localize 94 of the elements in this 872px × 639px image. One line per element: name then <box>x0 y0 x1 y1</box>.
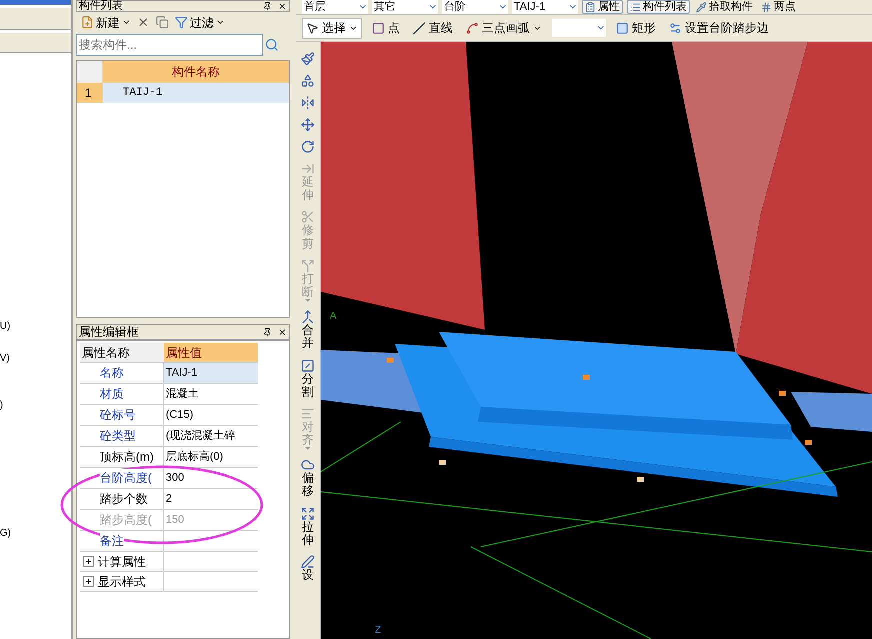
side-tool-button[interactable]: 分割 <box>301 358 315 399</box>
clipboard-icon <box>585 2 596 12</box>
toolbar-button[interactable]: 构件列表 <box>627 0 690 14</box>
toolbar-button[interactable]: 拾取构件 <box>694 0 755 14</box>
expand-icon <box>301 506 315 521</box>
side-tool-button[interactable]: 设 <box>301 555 315 582</box>
rectangle-icon <box>616 22 629 34</box>
extend-icon <box>301 162 315 176</box>
pen-icon <box>301 555 315 569</box>
filter-icon <box>175 16 188 29</box>
copy-button[interactable] <box>155 16 170 29</box>
close-icon[interactable] <box>278 2 287 10</box>
dropdown[interactable]: TAIJ-1 <box>512 0 578 14</box>
panel-title: 属性编辑框 <box>79 324 139 341</box>
dropdown[interactable]: 其它 <box>372 0 438 14</box>
toolbar-button[interactable]: 两点 <box>759 0 798 14</box>
side-tool-button[interactable] <box>301 52 315 66</box>
select-tool-button[interactable]: 选择 <box>302 18 362 38</box>
merge-icon <box>301 310 315 324</box>
side-tool-button[interactable]: 偏移 <box>301 458 315 499</box>
list-icon <box>630 2 641 12</box>
cloud-icon <box>301 458 315 472</box>
column-header: 属性值 <box>164 343 258 362</box>
row-header-corner <box>77 61 103 83</box>
panel-title-bar <box>0 0 71 5</box>
property-value[interactable]: (现浇混凝土碎 <box>166 428 236 444</box>
caret-icon <box>216 18 225 27</box>
arc-tool-button[interactable]: 三点画弧 <box>463 18 545 38</box>
table-row[interactable]: 1 TAIJ-1 <box>77 83 289 103</box>
row-number: 1 <box>77 83 103 103</box>
axis-label: A <box>330 312 337 322</box>
copy-icon <box>156 16 169 29</box>
menu-text: U) <box>0 321 12 333</box>
rotate-icon <box>301 140 315 154</box>
caret-icon <box>122 18 131 27</box>
3d-viewport[interactable]: A Z <box>321 42 872 639</box>
move-icon <box>301 118 315 132</box>
side-tool-button[interactable] <box>301 140 315 154</box>
search-icon[interactable] <box>265 38 279 52</box>
close-icon[interactable] <box>278 328 287 336</box>
steps-icon <box>669 22 682 34</box>
new-button[interactable]: 新建 <box>80 14 132 32</box>
point-tool-button[interactable]: 点 <box>369 18 403 38</box>
menu-text: V) <box>0 353 11 365</box>
group-label: 计算属性 <box>98 554 146 570</box>
filter-button[interactable]: 过滤 <box>174 14 226 32</box>
axis-label: Z <box>375 626 382 636</box>
shapes-icon <box>301 74 315 88</box>
dropdown[interactable]: 首层 <box>302 0 368 14</box>
grid-icon <box>761 2 772 12</box>
square-slash-icon <box>301 358 315 372</box>
side-tool-button[interactable] <box>301 74 315 88</box>
property-name: 材质 <box>100 385 124 403</box>
table-cell-text: TAIJ-1 <box>122 86 164 101</box>
caret-icon <box>305 299 311 302</box>
search-field[interactable]: 搜索构件... <box>76 34 263 56</box>
align-icon <box>301 406 315 421</box>
property-name: 砼类型 <box>100 427 136 445</box>
toolbar-button[interactable]: 属性 <box>582 0 623 14</box>
side-tool-button[interactable]: 合并 <box>301 310 315 350</box>
dropdown[interactable]: 台阶 <box>442 0 508 14</box>
line-icon <box>413 22 426 34</box>
caret-icon <box>305 447 311 450</box>
new-file-icon <box>81 16 94 29</box>
property-name: 台阶高度( <box>100 469 152 487</box>
pointer-icon <box>306 22 319 34</box>
expand-icon[interactable] <box>83 556 94 567</box>
property-value[interactable]: 层底标高(0) <box>166 448 224 466</box>
pin-icon[interactable] <box>263 328 272 336</box>
property-name: 踏步个数 <box>100 490 148 508</box>
split-icon <box>301 258 315 273</box>
property-name: 砼标号 <box>100 406 136 424</box>
mirror-icon <box>301 96 315 110</box>
property-name: 顶标高(m) <box>100 448 154 466</box>
column-header: 属性名称 <box>80 343 164 362</box>
line-tool-button[interactable]: 直线 <box>410 18 456 38</box>
eyedropper-icon <box>696 2 707 12</box>
side-tool-button[interactable]: 拉伸 <box>301 506 315 547</box>
menu-text: ) <box>0 400 4 412</box>
delete-icon <box>137 16 150 29</box>
property-name: 踏步高度( <box>100 511 152 529</box>
brush-icon <box>301 52 315 66</box>
expand-icon[interactable] <box>83 576 94 587</box>
side-tool-button[interactable] <box>301 118 315 132</box>
arc-icon <box>466 22 479 34</box>
pin-icon[interactable] <box>263 2 272 10</box>
point-icon <box>372 22 385 34</box>
column-header: 构件名称 <box>103 61 289 83</box>
group-label: 显示样式 <box>98 574 146 590</box>
scissors-icon <box>301 210 315 224</box>
steps-tool-button[interactable]: 设置台阶踏步边 <box>666 18 772 38</box>
side-tool-button[interactable] <box>301 96 315 110</box>
menu-text: G) <box>0 528 12 540</box>
rect-tool-button[interactable]: 矩形 <box>613 18 659 38</box>
